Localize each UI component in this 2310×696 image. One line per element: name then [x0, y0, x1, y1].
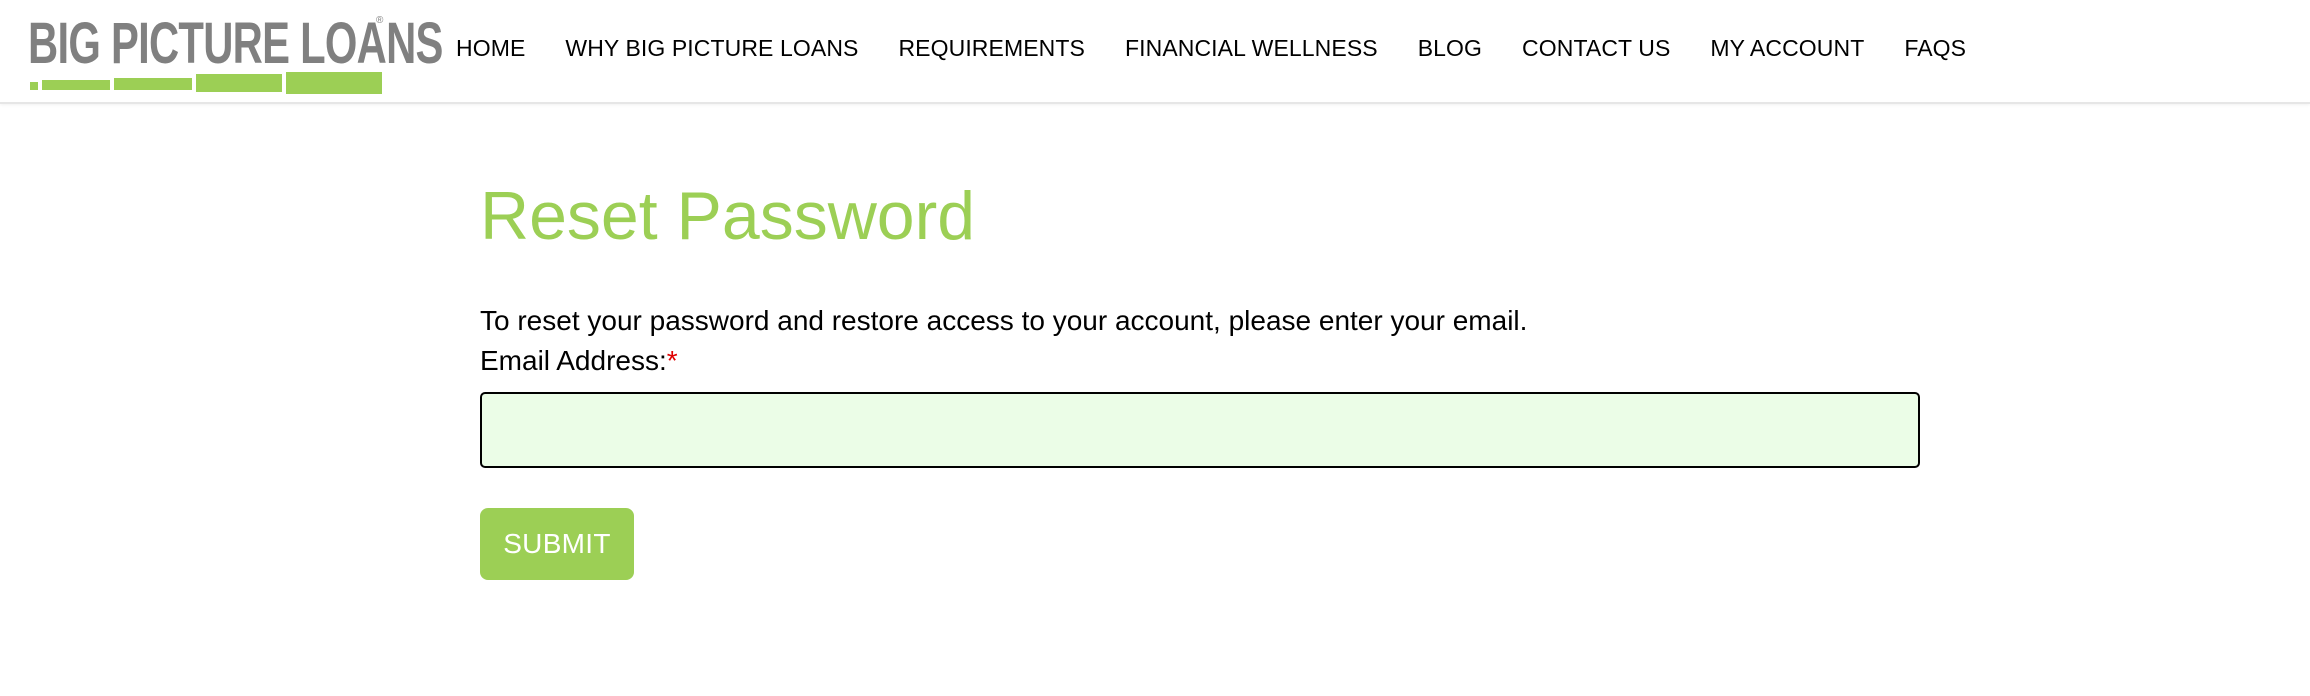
required-asterisk: *	[666, 345, 678, 376]
email-input[interactable]	[480, 392, 1920, 468]
nav-faqs[interactable]: FAQS	[1904, 35, 1966, 62]
page-title: Reset Password	[480, 178, 976, 254]
reset-instructions: To reset your password and restore acces…	[480, 305, 1528, 336]
main-nav: HOME WHY BIG PICTURE LOANS REQUIREMENTS …	[456, 0, 1966, 96]
nav-contact-us[interactable]: CONTACT US	[1522, 35, 1670, 62]
logo-progress-bars-icon	[30, 72, 382, 94]
email-label: Email Address:*	[480, 344, 678, 378]
registered-mark: ®	[376, 15, 384, 26]
nav-why-big-picture-loans[interactable]: WHY BIG PICTURE LOANS	[565, 35, 858, 62]
nav-home[interactable]: HOME	[456, 35, 525, 62]
nav-requirements[interactable]: REQUIREMENTS	[898, 35, 1085, 62]
nav-financial-wellness[interactable]: FINANCIAL WELLNESS	[1125, 35, 1378, 62]
brand-logo[interactable]: BIG PICTURE LOANS ®	[28, 11, 443, 94]
logo-wordmark: BIG PICTURE LOANS	[28, 11, 443, 76]
submit-button[interactable]: SUBMIT	[480, 508, 634, 580]
nav-my-account[interactable]: MY ACCOUNT	[1710, 35, 1864, 62]
email-label-text: Email Address:	[480, 345, 667, 376]
site-header: BIG PICTURE LOANS ® HOME WHY BIG PICTURE…	[0, 0, 2310, 104]
nav-blog[interactable]: BLOG	[1418, 35, 1482, 62]
